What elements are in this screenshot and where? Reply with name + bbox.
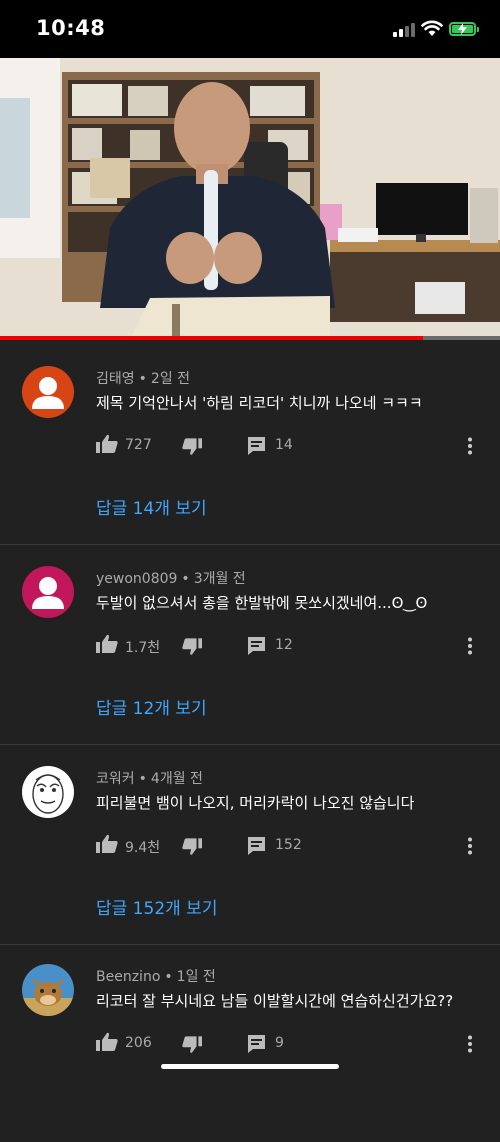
more-options-icon[interactable] [467, 1035, 473, 1053]
home-indicator[interactable] [161, 1064, 339, 1069]
meta-separator: • [164, 969, 173, 985]
view-replies-link[interactable]: 답글 14개 보기 [96, 494, 207, 519]
more-options-icon[interactable] [467, 437, 473, 455]
comment-time: 3개월 전 [193, 571, 246, 587]
like-count: 9.4천 [125, 840, 161, 856]
comment-actions: 727 14 [96, 434, 486, 458]
video-player[interactable] [0, 58, 500, 340]
comment-item: 김태영 • 2일 전 제목 기억안나서 '하림 리코더' 치니까 나오네 ㅋㅋㅋ 7… [0, 344, 500, 545]
reply-count: 12 [275, 637, 293, 653]
reply-icon[interactable] [247, 636, 266, 656]
view-replies-link[interactable]: 답글 152개 보기 [96, 894, 217, 919]
comment-actions: 9.4천 152 [96, 834, 486, 858]
avatar[interactable] [22, 766, 74, 818]
comment-actions: 1.7천 12 [96, 634, 486, 658]
avatar[interactable] [22, 964, 74, 1016]
reply-count: 9 [275, 1035, 284, 1051]
more-options-icon[interactable] [467, 837, 473, 855]
like-count: 1.7천 [125, 640, 161, 656]
comment-author[interactable]: yewon0809 [96, 571, 177, 587]
more-options-icon[interactable] [467, 637, 473, 655]
thumbs-down-icon[interactable] [182, 837, 202, 856]
comment-time: 2일 전 [150, 371, 191, 387]
comment-author[interactable]: 코워커 [96, 771, 135, 787]
like-count: 727 [125, 437, 152, 453]
comment-text: 리코터 잘 부시네요 남들 이발할시간에 연습하신건가요?? [96, 992, 454, 1010]
thumbs-down-icon[interactable] [182, 1035, 202, 1054]
comment-author[interactable]: Beenzino [96, 969, 160, 985]
reply-icon[interactable] [247, 836, 266, 856]
video-progress-bar[interactable] [0, 336, 500, 340]
thumbs-up-icon[interactable] [96, 834, 118, 854]
meta-separator: • [138, 371, 147, 387]
thumbs-down-icon[interactable] [182, 437, 202, 456]
comment-item: yewon0809 • 3개월 전 두발이 없으셔서 총을 한발밖에 못쏘시겠네여.… [0, 544, 500, 745]
comment-meta: yewon0809 • 3개월 전 [96, 568, 246, 588]
comment-item: 코워커 • 4개월 전 피리불면 뱀이 나오지, 머리카락이 나오진 않습니다 9.… [0, 744, 500, 945]
comment-meta: 김태영 • 2일 전 [96, 368, 190, 388]
comment-author[interactable]: 김태영 [96, 371, 135, 387]
thumbs-up-icon[interactable] [96, 634, 118, 654]
thumbs-up-icon[interactable] [96, 1032, 118, 1052]
comment-item: Beenzino • 1일 전 리코터 잘 부시네요 남들 이발할시간에 연습하신건… [0, 942, 500, 1142]
comment-meta: Beenzino • 1일 전 [96, 966, 216, 986]
comment-text: 피리불면 뱀이 나오지, 머리카락이 나오진 않습니다 [96, 794, 415, 812]
comment-time: 1일 전 [176, 969, 216, 985]
meta-separator: • [138, 771, 147, 787]
status-time: 10:48 [36, 16, 106, 40]
wifi-icon [421, 20, 443, 36]
comment-time: 4개월 전 [150, 771, 203, 787]
battery-charging-icon [449, 22, 479, 36]
reply-icon[interactable] [247, 436, 266, 456]
meta-separator: • [181, 571, 190, 587]
reply-icon[interactable] [247, 1034, 266, 1054]
thumbs-down-icon[interactable] [182, 637, 202, 656]
view-replies-link[interactable]: 답글 12개 보기 [96, 694, 207, 719]
video-progress-fill [0, 336, 423, 340]
reply-count: 14 [275, 437, 293, 453]
comment-text: 제목 기억안나서 '하림 리코더' 치니까 나오네 ㅋㅋㅋ [96, 394, 423, 412]
comment-text: 두발이 없으셔서 총을 한발밖에 못쏘시겠네여...ʘ‿ʘ [96, 594, 428, 612]
thumbs-up-icon[interactable] [96, 434, 118, 454]
comment-meta: 코워커 • 4개월 전 [96, 768, 203, 788]
video-frame [0, 58, 500, 340]
reply-count: 152 [275, 837, 302, 853]
comment-actions: 206 9 [96, 1032, 486, 1056]
status-bar: 10:48 [0, 0, 500, 58]
avatar-bg [22, 766, 74, 818]
avatar[interactable] [22, 366, 74, 418]
cellular-signal-icon [393, 23, 417, 37]
avatar[interactable] [22, 566, 74, 618]
like-count: 206 [125, 1035, 152, 1051]
